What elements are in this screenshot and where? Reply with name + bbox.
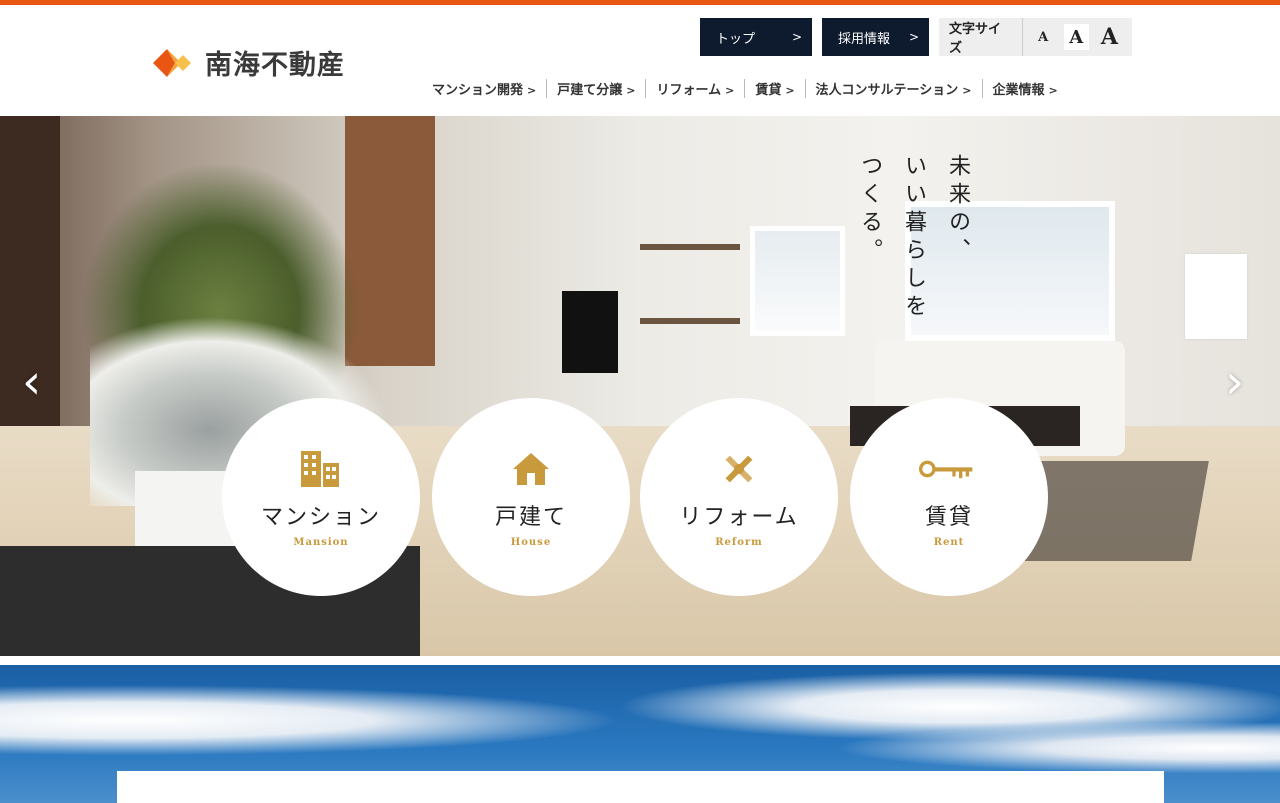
content-card — [117, 771, 1164, 803]
nav-item-rent[interactable]: 賃貸 > — [745, 78, 806, 98]
tools-icon — [709, 447, 769, 491]
font-size-label: 文字サイズ — [949, 18, 1023, 56]
nav-item-label: 戸建て分譲 — [557, 82, 623, 98]
site-logo[interactable]: 南海不動産 — [153, 43, 345, 82]
font-size-medium-button[interactable]: A — [1063, 24, 1089, 50]
category-title: 賃貸 — [924, 504, 973, 530]
category-house[interactable]: 戸建て House — [432, 398, 630, 596]
chevron-right-icon: > — [908, 30, 919, 44]
house-icon — [501, 447, 561, 491]
hero-tagline: 未来の、 いい暮らしを つくる。 — [565, 154, 973, 322]
category-reform[interactable]: リフォーム Reform — [640, 398, 838, 596]
nav-item-label: 企業情報 — [992, 82, 1045, 98]
chevron-right-icon: > — [527, 83, 537, 97]
chevron-right-icon: > — [785, 83, 795, 97]
nav-item-consultation[interactable]: 法人コンサルテーション > — [806, 78, 983, 98]
font-size-large-button[interactable]: A — [1097, 24, 1122, 50]
chevron-right-icon: > — [791, 30, 802, 44]
chevron-right-icon: > — [725, 83, 735, 97]
chevron-right-icon: > — [1048, 83, 1058, 97]
chevron-right-icon: > — [626, 83, 636, 97]
slider-next-icon[interactable]: › — [1225, 354, 1244, 410]
font-size-small-button[interactable]: A — [1031, 24, 1056, 50]
category-mansion[interactable]: マンション Mansion — [222, 398, 420, 596]
main-nav: マンション開発 > 戸建て分譲 > リフォーム > 賃貸 > 法人コンサルテーション > … — [432, 77, 1068, 99]
nav-item-label: リフォーム — [656, 82, 722, 98]
nav-item-reform[interactable]: リフォーム > — [646, 78, 746, 98]
nav-item-label: 法人コンサルテーション — [815, 82, 959, 98]
recruit-button[interactable]: 採用情報 > — [822, 18, 929, 56]
category-title: 戸建て — [494, 504, 567, 530]
nav-item-company[interactable]: 企業情報 > — [983, 79, 1068, 98]
utility-bar: トップ > 採用情報 > 文字サイズ A A A — [700, 18, 1132, 56]
logo-text: 南海不動産 — [205, 50, 345, 81]
top-button[interactable]: トップ > — [700, 18, 812, 56]
key-icon — [919, 447, 979, 491]
hero-slider: 未来の、 いい暮らしを つくる。 ‹ › マンション Mansion 戸建て H… — [0, 116, 1280, 656]
nav-item-label: マンション開発 — [432, 82, 524, 98]
nav-item-house[interactable]: 戸建て分譲 > — [547, 78, 647, 98]
recruit-button-label: 採用情報 — [838, 31, 891, 47]
category-title: リフォーム — [679, 504, 799, 530]
top-button-label: トップ — [716, 31, 756, 47]
slider-prev-icon[interactable]: ‹ — [22, 354, 41, 410]
category-subtitle: Rent — [933, 536, 965, 548]
logo-mark-icon — [153, 45, 197, 81]
hero-photo-lamp — [1185, 254, 1247, 339]
nav-item-label: 賃貸 — [755, 82, 782, 98]
site-header: 南海不動産 トップ > 採用情報 > 文字サイズ A A A マンション開発 > … — [0, 5, 1280, 116]
category-subtitle: Mansion — [293, 536, 349, 548]
category-subtitle: Reform — [715, 536, 763, 548]
nav-item-mansion[interactable]: マンション開発 > — [432, 78, 548, 98]
category-rent[interactable]: 賃貸 Rent — [850, 398, 1048, 596]
category-title: マンション — [260, 504, 381, 530]
tagline-line-3: つくる。 — [857, 154, 882, 266]
font-size-control: 文字サイズ A A A — [939, 18, 1132, 56]
building-icon — [291, 447, 351, 491]
category-subtitle: House — [510, 536, 552, 548]
tagline-line-1: 未来の、 — [945, 154, 970, 266]
hero-photo-rug — [1021, 461, 1209, 561]
tagline-line-2: いい暮らしを — [901, 154, 926, 322]
chevron-right-icon: > — [962, 83, 972, 97]
